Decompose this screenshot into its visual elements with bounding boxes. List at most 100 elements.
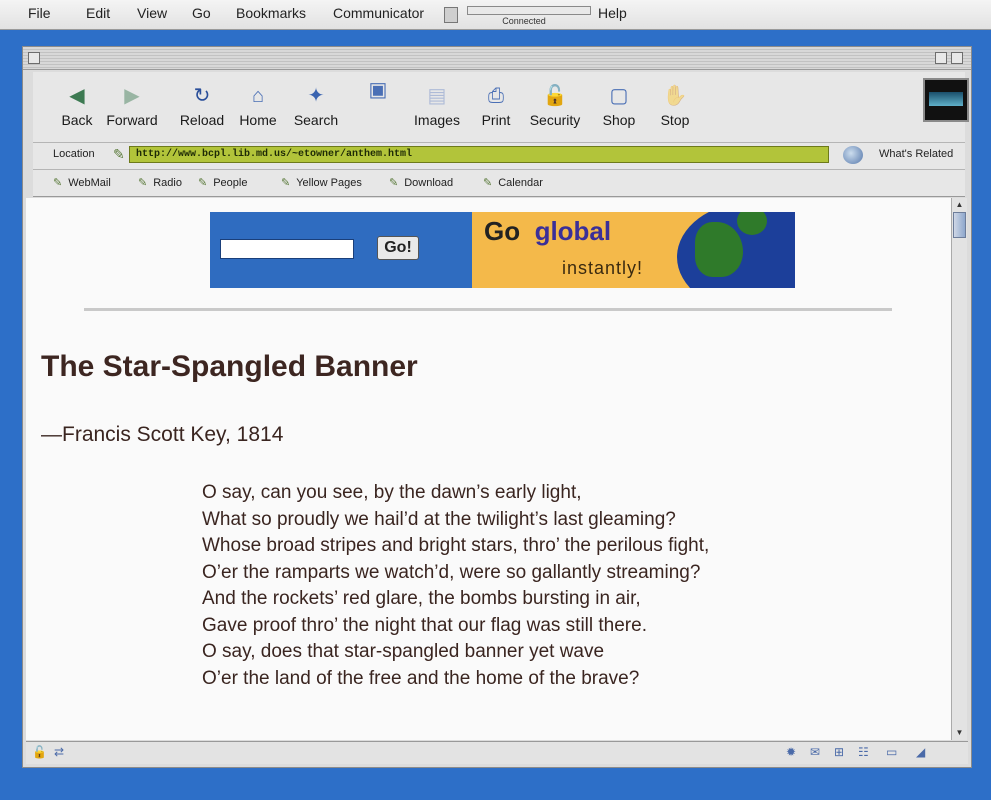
bookmark-icon: ✎ (281, 177, 291, 189)
my-netscape-icon: ▣ (368, 79, 388, 101)
banner-headline-part2: global (534, 216, 612, 246)
personal-item-radio[interactable]: ✎ Radio (138, 176, 182, 189)
forward-arrow-icon: ▶ (124, 85, 140, 107)
window-title-bar[interactable] (23, 47, 971, 70)
scroll-up-arrow-icon[interactable]: ▲ (954, 200, 965, 210)
connection-progress-bar (467, 6, 591, 15)
banner-subline: instantly! (562, 258, 644, 278)
globe-icon (677, 212, 795, 288)
search-button[interactable]: ✦ Search (284, 78, 348, 134)
banner-search-panel: Go! (210, 212, 472, 288)
forward-button[interactable]: ▶ Forward (100, 78, 164, 134)
browser-window: ◀ Back ▶ Forward ↻ Reload ⌂ Home ✦ Searc… (22, 46, 972, 768)
banner-search-input[interactable] (220, 239, 354, 259)
ad-banner[interactable]: Go! Go global instantly! (210, 212, 795, 288)
location-bar: Location ✎ http://www.bcpl.lib.md.us/~et… (33, 143, 965, 170)
print-icon: ⎙ (488, 85, 504, 107)
shop-label: Shop (602, 112, 636, 128)
reload-icon: ↻ (193, 85, 211, 107)
whats-related-icon[interactable] (843, 146, 863, 164)
home-icon: ⌂ (251, 85, 265, 107)
stop-label: Stop (660, 112, 690, 128)
verse-line: What so proudly we hail’d at the twiligh… (202, 508, 676, 530)
collapse-box-icon[interactable] (951, 52, 963, 64)
personal-item-webmail[interactable]: ✎ WebMail (53, 176, 111, 189)
search-icon: ✦ (307, 85, 325, 107)
page-title: The Star-Spangled Banner (41, 350, 418, 383)
stop-icon: ✋ (662, 85, 688, 107)
reload-button[interactable]: ↻ Reload (170, 78, 234, 134)
personal-item-label: WebMail (68, 177, 111, 189)
images-icon: ▤ (427, 85, 447, 107)
menu-edit[interactable]: Edit (86, 5, 110, 21)
navigation-toolbar: ◀ Back ▶ Forward ↻ Reload ⌂ Home ✦ Searc… (33, 72, 969, 143)
security-button[interactable]: 🔓 Security (523, 78, 587, 134)
images-button[interactable]: ▤ Images (405, 78, 469, 134)
menu-view[interactable]: View (137, 5, 167, 21)
reload-label: Reload (179, 112, 225, 128)
menu-bar: File Edit View Go Bookmarks Communicator… (0, 0, 991, 30)
connection-icon (444, 7, 458, 23)
offline-status-icon[interactable]: ⇄ (54, 745, 64, 759)
page-content: Go! Go global instantly! The Star-Spangl… (26, 198, 951, 740)
newsgroups-icon[interactable]: ⊞ (834, 745, 844, 759)
location-url-field[interactable]: http://www.bcpl.lib.md.us/~etowner/anthe… (129, 146, 829, 163)
security-label: Security (529, 112, 581, 128)
stop-button[interactable]: ✋ Stop (643, 78, 707, 134)
anthem-verse: O say, can you see, by the dawn’s early … (202, 480, 709, 692)
page-proxy-icon[interactable]: ✎ (113, 146, 125, 163)
personal-item-label: Yellow Pages (296, 177, 362, 189)
shop-icon: ▢ (609, 85, 629, 107)
close-box-icon[interactable] (28, 52, 40, 64)
menu-communicator[interactable]: Communicator (333, 5, 424, 21)
personal-item-yellow-pages[interactable]: ✎ Yellow Pages (281, 176, 362, 189)
horizontal-rule (84, 308, 892, 311)
menu-bookmarks[interactable]: Bookmarks (236, 5, 306, 21)
verse-line: O say, does that star-spangled banner ye… (202, 641, 605, 662)
images-label: Images (414, 112, 460, 128)
my-netscape-button[interactable]: ▣ (346, 72, 410, 128)
personal-item-label: Calendar (498, 177, 543, 189)
personal-item-calendar[interactable]: ✎ Calendar (483, 176, 543, 189)
page-author: —Francis Scott Key, 1814 (41, 423, 284, 446)
bookmark-icon: ✎ (483, 177, 493, 189)
banner-promo-panel[interactable]: Go global instantly! (472, 212, 795, 288)
composer-icon[interactable]: ▭ (886, 745, 897, 759)
connection-status: Connected (502, 16, 546, 26)
navigator-icon[interactable]: ✹ (786, 745, 796, 759)
shop-button[interactable]: ▢ Shop (587, 78, 651, 134)
banner-go-button[interactable]: Go! (377, 236, 419, 260)
verse-line: Gave proof thro’ the night that our flag… (202, 614, 647, 636)
security-status-icon[interactable]: 🔓 (32, 745, 47, 759)
address-book-icon[interactable]: ☷ (858, 745, 869, 759)
menu-file[interactable]: File (28, 5, 51, 21)
personal-item-download[interactable]: ✎ Download (389, 176, 453, 189)
verse-line: O’er the ramparts we watch’d, were so ga… (202, 561, 701, 583)
search-label: Search (293, 112, 339, 128)
menu-help[interactable]: Help (598, 5, 627, 21)
bookmark-icon: ✎ (389, 177, 399, 189)
print-button[interactable]: ⎙ Print (464, 78, 528, 134)
scroll-down-arrow-icon[interactable]: ▼ (954, 728, 965, 738)
personal-item-label: People (213, 177, 248, 189)
print-label: Print (481, 112, 511, 128)
back-arrow-icon: ◀ (69, 85, 85, 107)
location-label: Location (53, 148, 95, 160)
personal-item-people[interactable]: ✎ People (198, 176, 247, 189)
bookmark-icon: ✎ (53, 177, 63, 189)
security-lock-icon: 🔓 (542, 85, 568, 107)
home-button[interactable]: ⌂ Home (226, 78, 290, 134)
banner-headline-part1: Go (484, 216, 521, 246)
netscape-throbber-logo[interactable] (923, 78, 969, 122)
vertical-scrollbar[interactable]: ▲ ▼ (951, 198, 967, 740)
verse-line: Whose broad stripes and bright stars, th… (202, 535, 710, 556)
mail-icon[interactable]: ✉ (810, 745, 820, 759)
menu-go[interactable]: Go (192, 5, 211, 21)
zoom-box-icon[interactable] (935, 52, 947, 64)
forward-label: Forward (106, 112, 158, 128)
scrollbar-thumb[interactable] (953, 212, 966, 238)
personal-toolbar: ✎ WebMail ✎ Radio ✎ People ✎ Yellow Pages ✎ D… (33, 170, 965, 197)
whats-related-button[interactable]: What's Related (879, 148, 953, 160)
resize-grip-icon[interactable]: ◢ (916, 745, 925, 759)
bookmark-icon: ✎ (198, 177, 208, 189)
